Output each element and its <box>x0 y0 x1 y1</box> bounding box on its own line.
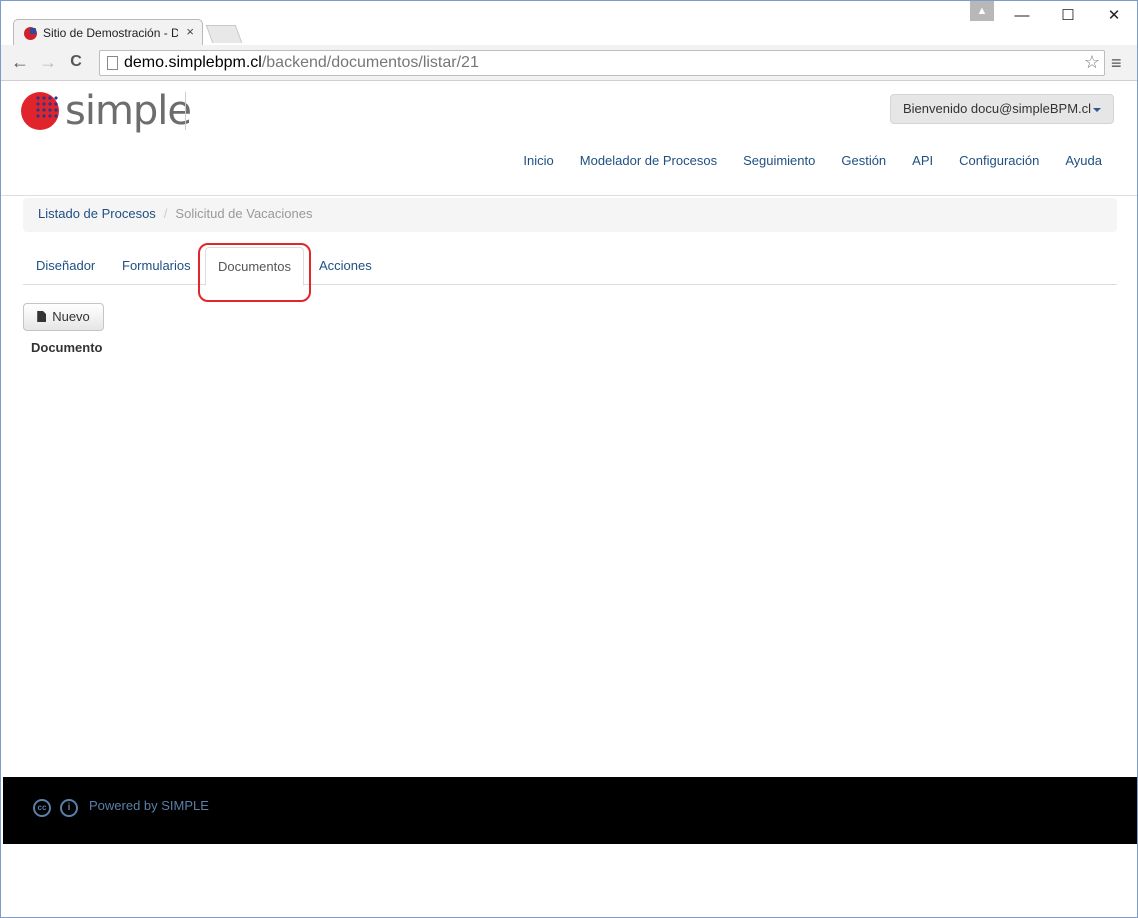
breadcrumb-link-procesos[interactable]: Listado de Procesos <box>38 206 156 221</box>
nav-item-gestion[interactable]: Gestión <box>828 152 899 170</box>
logo-divider <box>185 92 186 130</box>
breadcrumb-separator: / <box>163 206 168 221</box>
tab-formularios[interactable]: Formularios <box>110 247 203 285</box>
tab-disenador[interactable]: Diseñador <box>24 247 107 285</box>
window-controls: — ☐ ✕ <box>999 1 1137 31</box>
new-tab-button[interactable] <box>205 25 243 43</box>
user-menu-button[interactable]: Bienvenido docu@simpleBPM.cl <box>890 94 1114 124</box>
browser-window: Sitio de Demostración - D × ▲ — ☐ ✕ ← → … <box>0 0 1138 918</box>
attribution-icon[interactable]: i <box>60 799 78 817</box>
url-text: demo.simplebpm.cl/backend/documentos/lis… <box>124 54 479 72</box>
url-path: /backend/documentos/listar/21 <box>261 54 479 71</box>
nav-item-api[interactable]: API <box>899 152 946 170</box>
site-header: simple Bienvenido docu@simpleBPM.cl Inic… <box>1 82 1137 196</box>
nav-item-seguimiento[interactable]: Seguimiento <box>730 152 828 170</box>
forward-arrow-icon[interactable]: → <box>37 51 59 73</box>
browser-menu-icon[interactable]: ≡ <box>1111 53 1122 74</box>
logo-text: simple <box>65 88 192 134</box>
caret-down-icon <box>1093 107 1102 112</box>
breadcrumb-current: Solicitud de Vacaciones <box>175 206 313 221</box>
nav-item-ayuda[interactable]: Ayuda <box>1052 152 1115 170</box>
reload-icon[interactable]: C <box>65 51 87 73</box>
main-nav: Inicio Modelador de Procesos Seguimiento… <box>510 152 1115 170</box>
maximize-button[interactable]: ☐ <box>1045 1 1091 31</box>
user-menu-label: Bienvenido docu@simpleBPM.cl <box>902 101 1092 116</box>
back-arrow-icon[interactable]: ← <box>9 51 31 73</box>
browser-titlebar: Sitio de Demostración - D × ▲ — ☐ ✕ <box>1 1 1137 46</box>
tab-acciones[interactable]: Acciones <box>307 247 384 285</box>
powered-by-link[interactable]: Powered by SIMPLE <box>89 798 209 813</box>
close-window-button[interactable]: ✕ <box>1091 1 1137 31</box>
new-button-label: Nuevo <box>52 309 90 324</box>
browser-toolbar: ← → C demo.simplebpm.cl/backend/document… <box>1 45 1137 81</box>
logo-mark-icon <box>21 92 59 130</box>
simple-logo[interactable]: simple <box>21 88 192 134</box>
page-content: simple Bienvenido docu@simpleBPM.cl Inic… <box>1 82 1137 917</box>
process-tabs: Diseñador Formularios Documentos Accione… <box>23 247 1117 286</box>
breadcrumb: Listado de Procesos / Solicitud de Vacacio… <box>23 198 1117 232</box>
new-document-button[interactable]: Nuevo <box>23 303 104 331</box>
tab-close-icon[interactable]: × <box>186 24 194 39</box>
profile-icon[interactable]: ▲ <box>970 1 994 21</box>
table-column-header: Documento <box>31 340 103 355</box>
minimize-button[interactable]: — <box>999 1 1045 31</box>
creative-commons-icon[interactable]: cc <box>33 799 51 817</box>
browser-tab[interactable]: Sitio de Demostración - D × <box>13 19 203 46</box>
address-bar[interactable]: demo.simplebpm.cl/backend/documentos/lis… <box>99 50 1105 76</box>
url-host: demo.simplebpm.cl <box>124 54 262 71</box>
nav-item-inicio[interactable]: Inicio <box>510 152 566 170</box>
tab-title: Sitio de Demostración - D <box>43 26 178 40</box>
bookmark-star-icon[interactable]: ☆ <box>1084 52 1100 73</box>
nav-item-modelador[interactable]: Modelador de Procesos <box>567 152 730 170</box>
site-footer: cc i Powered by SIMPLE <box>3 777 1137 844</box>
page-icon <box>107 56 118 70</box>
nav-item-configuracion[interactable]: Configuración <box>946 152 1052 170</box>
file-icon <box>37 311 47 322</box>
favicon-icon <box>24 27 37 40</box>
annotation-highlight <box>198 243 311 302</box>
